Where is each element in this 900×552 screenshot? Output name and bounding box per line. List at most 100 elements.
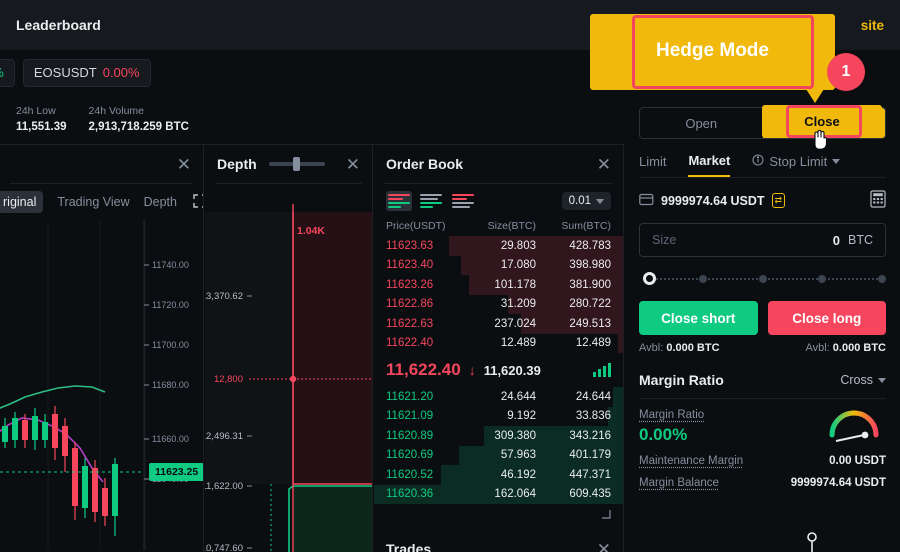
order-book-row-bid[interactable]: 11620.89 309.380 343.216 [374, 426, 623, 446]
margin-ratio-title: Margin Ratio [639, 372, 724, 388]
trades-panel-title: Trades [386, 541, 432, 552]
order-book-row-ask[interactable]: 11623.40 17.080 398.980 [374, 255, 623, 275]
row-sum: 428.783 [569, 239, 611, 252]
row-size: 237.024 [494, 317, 536, 330]
close-icon[interactable]: ✕ [346, 156, 360, 173]
stat-low-value: 11,551.39 [16, 121, 67, 133]
order-book-row-ask[interactable]: 11622.40 12.489 12.489 [374, 333, 623, 353]
avbl-short-value: 0.000 BTC [666, 342, 720, 354]
row-sum: 249.513 [569, 317, 611, 330]
depth-chart[interactable]: 13,370.62 12,496.31 11,622.00 10,747.60 … [205, 184, 372, 552]
ticker-pill-partial[interactable]: 1.05% [0, 58, 15, 87]
orderbook-view-asks-icon[interactable] [450, 191, 476, 211]
fullscreen-icon[interactable] [193, 193, 203, 211]
row-price: 11620.36 [386, 488, 434, 501]
order-book-row-bid[interactable]: 11621.09 9.192 33.836 [374, 406, 623, 426]
calculator-icon[interactable] [870, 190, 886, 211]
row-price: 11621.09 [386, 410, 434, 423]
swap-icon[interactable]: ⇄ [771, 193, 786, 208]
size-input[interactable]: Size 0 BTC [639, 223, 886, 257]
margin-ratio-header: Margin Ratio Cross [625, 354, 900, 398]
row-price: 11622.86 [386, 298, 434, 311]
svg-text:11700.00: 11700.00 [152, 340, 189, 350]
margin-mode-value: Cross [840, 373, 873, 387]
close-icon[interactable]: ✕ [597, 156, 611, 173]
svg-text:12,496.31: 12,496.31 [205, 431, 243, 442]
chevron-down-icon [832, 159, 841, 164]
avbl-short-label: Avbl: [639, 342, 664, 354]
order-entry-panel: Open Close Limit Market Stop Limit [625, 95, 900, 552]
order-book-row-ask[interactable]: 11623.63 29.803 428.783 [374, 236, 623, 256]
row-size: 101.178 [494, 278, 536, 291]
order-book-row-bid[interactable]: 11620.52 46.192 447.371 [374, 465, 623, 485]
close-short-button[interactable]: Close short [639, 301, 758, 335]
depth-zoom-slider[interactable] [268, 157, 325, 171]
slider-knob[interactable] [292, 157, 300, 171]
ticker-change: 0.00% [102, 65, 140, 80]
slider-tick-75[interactable] [818, 275, 827, 283]
stat-low-label: 24h Low [16, 105, 56, 117]
svg-text:11680.00: 11680.00 [152, 380, 189, 390]
avbl-long-value: 0.000 BTC [832, 342, 886, 354]
size-unit: BTC [848, 233, 873, 247]
wallet-balance-row: 9999974.64 USDT ⇄ [625, 178, 900, 211]
slider-tick-25[interactable] [698, 275, 707, 283]
order-book-column-headers: Price(USDT) Size(BTC) Sum(BTC) [374, 218, 623, 236]
row-size: 309.380 [494, 429, 536, 442]
order-book-row-bid[interactable]: 11620.36 162.064 609.435 [374, 484, 623, 504]
row-size: 12.489 [500, 337, 536, 350]
orderbook-precision-selector[interactable]: 0.01 [561, 192, 611, 210]
size-percentage-slider[interactable] [643, 272, 886, 285]
order-book-row-ask[interactable]: 11622.63 237.024 249.513 [374, 314, 623, 334]
nav-item-old-site[interactable]: site [861, 18, 884, 33]
row-sum: 609.435 [569, 488, 611, 501]
order-book-bids: 11621.20 24.644 24.644 11621.09 9.192 33.836 1… [374, 387, 623, 504]
order-book-row-bid[interactable]: 11621.20 24.644 24.644 [374, 387, 623, 407]
tab-market[interactable]: Market [688, 153, 731, 177]
order-book-row-ask[interactable]: 11622.86 31.209 280.722 [374, 294, 623, 314]
tab-original[interactable]: riginal [0, 191, 44, 213]
tab-depth[interactable]: Depth [144, 195, 177, 209]
candlestick-chart[interactable]: 11740.00 11720.00 11700.00 11680.00 1166… [0, 220, 203, 550]
orderbook-view-bids-icon[interactable] [418, 191, 444, 211]
orderbook-view-both-icon[interactable] [386, 191, 412, 211]
svg-text:13,370.62: 13,370.62 [205, 291, 243, 302]
close-icon[interactable]: ✕ [177, 156, 191, 173]
close-long-button[interactable]: Close long [767, 301, 886, 335]
order-book-row-bid[interactable]: 11620.69 57.963 401.179 [374, 445, 623, 465]
close-icon[interactable]: ✕ [597, 541, 611, 552]
row-sum: 12.489 [575, 337, 611, 350]
row-sum: 447.371 [569, 468, 611, 481]
slider-handle[interactable] [643, 272, 656, 285]
price-chart-panel: ✕ riginal Trading View Depth 11740.00 11… [0, 145, 204, 552]
margin-balance-value: 9999974.64 USDT [790, 477, 886, 489]
row-sum: 401.179 [569, 449, 611, 462]
row-price: 11620.89 [386, 429, 434, 442]
order-book-panel: Order Book ✕ 0.01 Price(USDT) Size(BTC) … [374, 145, 624, 552]
tab-limit[interactable]: Limit [639, 154, 666, 176]
tab-trading-view[interactable]: Trading View [57, 195, 129, 209]
row-size: 24.644 [500, 390, 536, 403]
column-size: Size(BTC) [487, 220, 536, 232]
stat-volume-label: 24h Volume [88, 105, 144, 117]
nav-item-leaderboard[interactable]: Leaderboard [0, 17, 101, 33]
row-size: 29.803 [500, 239, 536, 252]
svg-text:12,800: 12,800 [214, 374, 243, 385]
resize-handle-icon[interactable] [601, 506, 611, 524]
step-number-badge: 1 [827, 53, 865, 91]
avbl-long: Avbl: 0.000 BTC [805, 342, 886, 354]
slider-tick-50[interactable] [758, 275, 767, 283]
margin-mode-selector[interactable]: Cross [840, 373, 886, 387]
row-sum: 24.644 [575, 390, 611, 403]
stop-limit-label: Stop Limit [769, 154, 828, 169]
stat-24h-volume: 24h Volume 2,913,718.259 BTC [89, 104, 189, 135]
tab-open[interactable]: Open [640, 108, 763, 138]
order-book-row-ask[interactable]: 11623.26 101.178 381.900 [374, 275, 623, 295]
tab-stop-limit[interactable]: Stop Limit [752, 154, 841, 176]
margin-balance-label: Margin Balance [639, 477, 719, 489]
slider-tick-100[interactable] [878, 275, 886, 283]
tooltip-overlay [800, 528, 846, 552]
row-price: 11622.40 [386, 337, 434, 350]
ticker-pill-eosusdt[interactable]: EOSUSDT 0.00% [22, 58, 151, 87]
price-direction-arrow: ↓ [468, 362, 476, 378]
